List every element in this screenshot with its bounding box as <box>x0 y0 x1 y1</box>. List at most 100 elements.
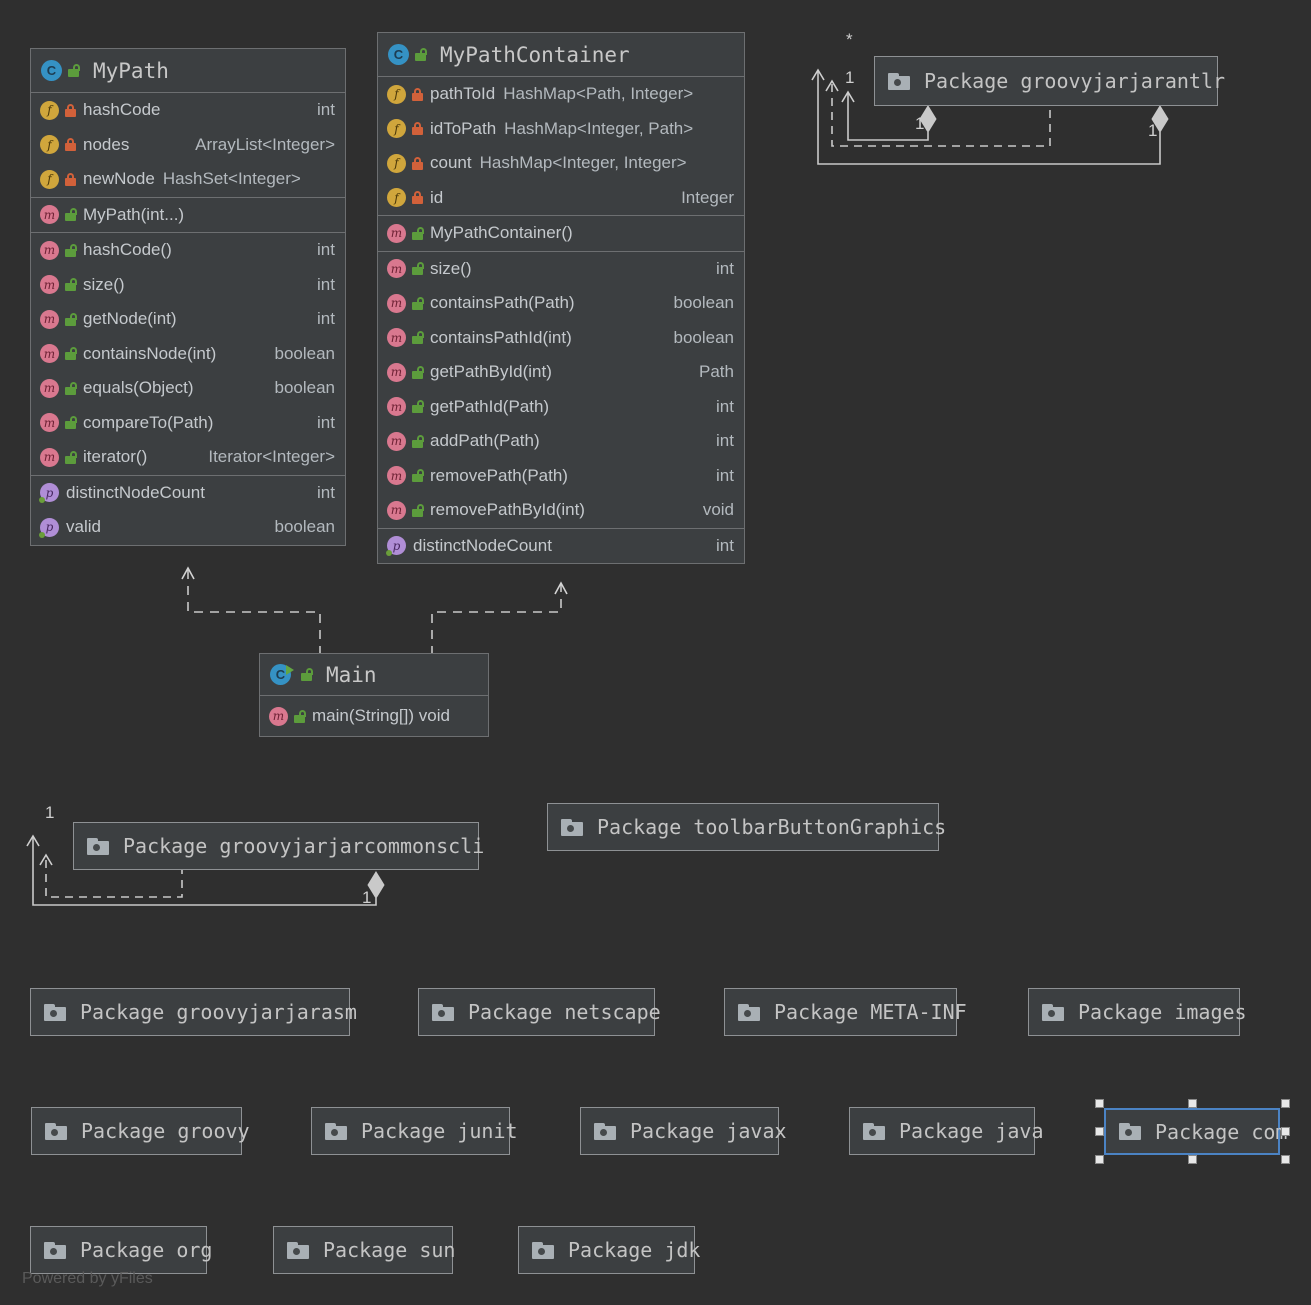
member-row[interactable]: m getPathId(Path) int <box>378 390 744 425</box>
method-icon: m <box>387 466 406 486</box>
member-type: void <box>702 500 734 520</box>
member-row[interactable]: f id Integer <box>378 181 744 216</box>
package-node-sun[interactable]: Package sun <box>273 1226 456 1274</box>
class-icon: C <box>388 44 409 65</box>
member-type: HashSet<Integer> <box>162 169 301 189</box>
package-node-java[interactable]: Package java <box>849 1107 1044 1155</box>
edge-label-antlr-right-one: 1 <box>1148 121 1158 140</box>
member-row[interactable]: p distinctNodeCount int <box>378 529 744 564</box>
class-node-mypath[interactable]: C MyPath f hashCode int f nodes ArrayLis… <box>30 48 346 546</box>
unlock-public-icon <box>412 226 424 240</box>
member-row[interactable]: m getPathById(int) Path <box>378 355 744 390</box>
member-row[interactable]: m size() int <box>378 252 744 287</box>
member-name: getPathId(Path) <box>430 396 550 416</box>
selection-handle-top-right[interactable] <box>1281 1099 1290 1108</box>
class-header-main[interactable]: C Main <box>260 654 488 696</box>
member-row[interactable]: m iterator() Iterator<Integer> <box>31 440 345 475</box>
member-name: iterator() <box>83 447 148 467</box>
package-node-images[interactable]: Package images <box>1028 988 1247 1036</box>
selection-handle-top-left[interactable] <box>1095 1099 1104 1108</box>
selection-handle-middle-left[interactable] <box>1095 1127 1104 1136</box>
member-row[interactable]: m equals(Object) boolean <box>31 371 345 406</box>
folder-icon <box>44 1241 66 1259</box>
member-type: Integer <box>681 187 734 207</box>
member-name: addPath(Path) <box>430 431 540 451</box>
lock-private-icon <box>65 103 76 117</box>
lock-private-icon <box>65 172 76 186</box>
member-row[interactable]: f count HashMap<Integer, Integer> <box>378 146 744 181</box>
package-node-groovy[interactable]: Package groovy <box>31 1107 250 1155</box>
class-title-mypathcontainer: MyPathContainer <box>440 42 630 67</box>
selection-handle-bottom-right[interactable] <box>1281 1155 1290 1164</box>
member-row[interactable]: m MyPath(int...) <box>31 198 345 233</box>
member-row[interactable]: m containsPathId(int) boolean <box>378 321 744 356</box>
method-icon: m <box>387 431 406 451</box>
unlock-public-icon <box>294 709 306 723</box>
package-node-groovyjarjarcommonscli[interactable]: Package groovyjarjarcommonscli <box>73 822 484 870</box>
package-node-groovyjarjarasm[interactable]: Package groovyjarjarasm <box>30 988 357 1036</box>
package-node-org[interactable]: Package org <box>30 1226 212 1274</box>
member-row[interactable]: m addPath(Path) int <box>378 424 744 459</box>
unlock-public-icon <box>65 208 77 222</box>
package-node-javax[interactable]: Package javax <box>580 1107 787 1155</box>
member-type: int <box>716 465 734 485</box>
member-row[interactable]: f newNode HashSet<Integer> <box>31 162 345 197</box>
member-row[interactable]: m containsNode(int) boolean <box>31 337 345 372</box>
member-row[interactable]: m main(String[]) void <box>260 696 488 736</box>
member-row[interactable]: p valid boolean <box>31 510 345 545</box>
method-icon: m <box>40 309 59 329</box>
package-label: Package sun <box>323 1238 456 1262</box>
field-icon: f <box>387 153 406 173</box>
member-name: containsPath(Path) <box>430 293 575 313</box>
member-row[interactable]: f nodes ArrayList<Integer> <box>31 128 345 163</box>
member-row[interactable]: m containsPath(Path) boolean <box>378 286 744 321</box>
package-node-junit[interactable]: Package junit <box>311 1107 518 1155</box>
unlock-public-icon <box>65 450 77 464</box>
class-header-mypath[interactable]: C MyPath <box>31 49 345 93</box>
folder-icon <box>325 1122 347 1140</box>
class-node-mypathcontainer[interactable]: C MyPathContainer f pathToId HashMap<Pat… <box>377 32 745 564</box>
member-row[interactable]: f pathToId HashMap<Path, Integer> <box>378 77 744 112</box>
member-name: nodes <box>83 134 130 154</box>
member-row[interactable]: m compareTo(Path) int <box>31 406 345 441</box>
method-icon: m <box>40 344 59 364</box>
uml-diagram-canvas[interactable]: * 1 1 1 1 1 C MyPath f hashCode int f no… <box>0 0 1311 1305</box>
member-row[interactable]: m getNode(int) int <box>31 302 345 337</box>
member-type: int <box>716 396 734 416</box>
member-row[interactable]: m removePathById(int) void <box>378 493 744 528</box>
class-node-main[interactable]: C Main m main(String[]) void <box>259 653 489 737</box>
class-title-main: Main <box>326 662 377 687</box>
selection-handle-top-center[interactable] <box>1188 1099 1197 1108</box>
field-icon: f <box>40 100 59 120</box>
class-constructors-mypath: m MyPath(int...) <box>31 198 345 233</box>
unlock-public-icon <box>412 503 424 517</box>
method-icon: m <box>387 223 406 243</box>
selection-handle-middle-right[interactable] <box>1281 1127 1290 1136</box>
member-row[interactable]: m size() int <box>31 268 345 303</box>
method-icon: m <box>387 362 406 382</box>
member-row[interactable]: p distinctNodeCount int <box>31 476 345 511</box>
member-row[interactable]: m MyPathContainer() <box>378 216 744 251</box>
package-node-com[interactable]: Package com <box>1104 1108 1287 1155</box>
member-type: boolean <box>274 378 335 398</box>
class-header-mypathcontainer[interactable]: C MyPathContainer <box>378 33 744 77</box>
member-type: boolean <box>274 343 335 363</box>
selection-handle-bottom-center[interactable] <box>1188 1155 1197 1164</box>
unlock-public-icon <box>415 48 427 61</box>
member-row[interactable]: m hashCode() int <box>31 233 345 268</box>
folder-icon <box>45 1122 67 1140</box>
package-node-jdk[interactable]: Package jdk <box>518 1226 700 1274</box>
package-node-meta-inf[interactable]: Package META-INF <box>724 988 967 1036</box>
member-type: HashMap<Integer, Integer> <box>479 153 687 173</box>
package-node-groovyjarjarantlr[interactable]: Package groovyjarjarantlr <box>874 56 1225 106</box>
method-icon: m <box>40 378 59 398</box>
member-row[interactable]: f idToPath HashMap<Integer, Path> <box>378 112 744 147</box>
unlock-public-icon <box>65 381 77 395</box>
selection-handle-bottom-left[interactable] <box>1095 1155 1104 1164</box>
package-node-toolbarButtonGraphics[interactable]: Package toolbarButtonGraphics <box>547 803 946 851</box>
member-row[interactable]: m removePath(Path) int <box>378 459 744 494</box>
package-node-netscape[interactable]: Package netscape <box>418 988 661 1036</box>
member-name: hashCode() <box>83 240 172 260</box>
member-row[interactable]: f hashCode int <box>31 93 345 128</box>
member-name: distinctNodeCount <box>66 482 205 502</box>
